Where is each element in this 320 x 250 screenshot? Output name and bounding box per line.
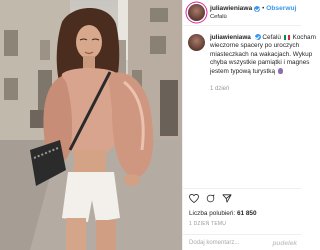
caption-line-2: wieczorne spacery po uroczych [210,42,300,50]
post-date: 1 DZIEŃ TEMU [189,221,227,227]
post-caption: juliawieniawa Cefalù Kocham wieczorne sp… [188,34,316,76]
avatar[interactable] [188,4,205,21]
share-icon[interactable] [222,194,232,203]
heart-icon[interactable] [189,194,199,203]
caption-line-4: chyba wszystkie pamiątki i magnes [210,59,310,67]
likes-number: 61 850 [236,210,257,217]
comment-icon[interactable] [206,194,215,203]
caption-line-5: jestem typową turystką [210,67,275,75]
separator-dot: • [262,5,265,12]
verified-icon [254,34,261,41]
post-header: juliawieniawa • Obserwuj Cefalù [183,0,301,26]
watermark-logo: pudelek [272,240,297,247]
post-actions [183,188,301,208]
caption-username[interactable]: juliawieniawa [210,34,251,41]
location-link[interactable]: Cefalù [210,13,296,21]
verified-icon [254,5,261,12]
woman-emoji-icon [277,67,284,74]
caption-time-ago: 1 dzień [210,86,230,92]
likes-label: Liczba polubień: [189,210,236,217]
photo-illustration [0,0,182,250]
follow-button[interactable]: Obserwuj [266,5,296,13]
caption-line-1: Cefalù [262,34,281,41]
likes-count[interactable]: Liczba polubień: 61 850 [189,210,257,217]
italy-flag-icon [283,35,290,40]
header-username[interactable]: juliawieniawa [210,5,252,13]
caption-avatar[interactable] [188,34,205,51]
caption-line-3: miasteczkach na wakacjach. Wykup [210,50,313,58]
caption-line-1-tail: Kocham [292,34,316,41]
instagram-post: juliawieniawa • Obserwuj Cefalù juliawie… [0,0,316,250]
post-side-panel: juliawieniawa • Obserwuj Cefalù juliawie… [182,0,316,250]
post-photo[interactable] [0,0,182,250]
